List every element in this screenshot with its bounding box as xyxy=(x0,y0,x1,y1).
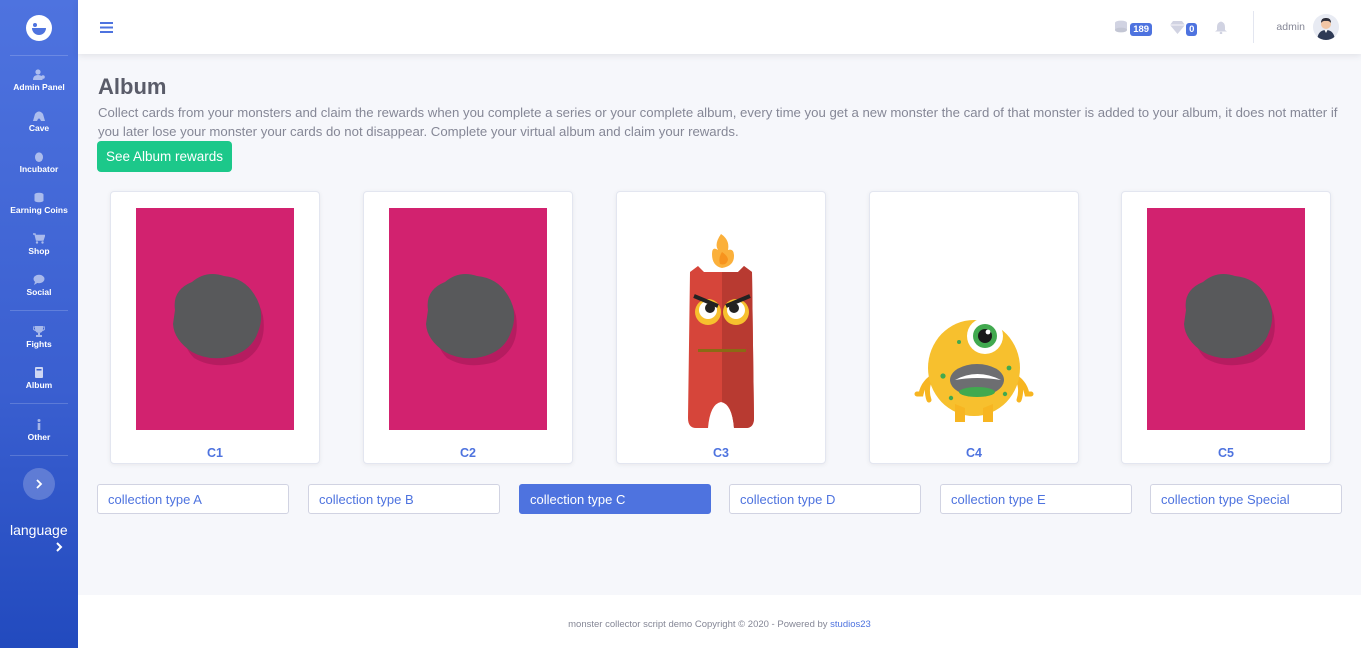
album-cards: C1 C2 C3 C4 C5 xyxy=(78,191,1361,465)
gems-badge: 0 xyxy=(1186,22,1198,36)
username[interactable]: admin xyxy=(1276,21,1305,33)
users-cog-icon xyxy=(33,69,45,80)
avatar[interactable] xyxy=(1313,14,1339,40)
footer-copyright-text: monster collector script demo Copyright … xyxy=(568,619,828,630)
album-card-c5[interactable]: C5 xyxy=(1121,191,1331,464)
comment-icon xyxy=(33,274,45,285)
page-description: Collect cards from your monsters and cla… xyxy=(98,105,1338,139)
page-title: Album xyxy=(98,74,167,99)
collection-type-a-button[interactable]: collection type A xyxy=(97,484,289,514)
collection-type-e-button[interactable]: collection type E xyxy=(940,484,1132,514)
topbar: 189 0 admin xyxy=(78,0,1361,54)
locked-monster-silhouette xyxy=(136,208,294,430)
card-label: C5 xyxy=(1218,446,1234,460)
main-content: Album Collect cards from your monsters a… xyxy=(78,54,1361,595)
footer-copyright: monster collector script demo Copyright … xyxy=(568,619,871,630)
trophy-icon xyxy=(33,326,45,337)
collection-type-b-button[interactable]: collection type B xyxy=(308,484,500,514)
sidebar-item-social[interactable]: Social xyxy=(0,265,78,306)
sidebar-item-album[interactable]: Album xyxy=(0,358,78,399)
smiley-logo-icon[interactable] xyxy=(26,14,52,41)
book-icon xyxy=(35,367,43,378)
card-label: C4 xyxy=(966,446,982,460)
locked-monster-silhouette xyxy=(1147,208,1305,430)
sidebar-item-label: Admin Panel xyxy=(13,82,65,92)
coins-counter[interactable]: 189 xyxy=(1114,20,1153,36)
gem-icon xyxy=(1170,20,1186,34)
sidebar-item-label: Earning Coins xyxy=(10,205,68,215)
user-avatar-icon xyxy=(1313,14,1339,40)
sidebar-divider xyxy=(10,455,68,456)
sidebar-item-other[interactable]: Other xyxy=(0,410,78,451)
sidebar-item-label: Incubator xyxy=(19,164,59,174)
info-icon xyxy=(37,419,41,430)
sidebar-item-incubator[interactable]: Incubator xyxy=(0,142,78,183)
album-card-c1[interactable]: C1 xyxy=(110,191,320,464)
coins-badge: 189 xyxy=(1130,22,1153,36)
locked-monster-silhouette xyxy=(389,208,547,430)
sidebar: Admin Panel Cave Incubator Earning Coins… xyxy=(0,0,78,648)
topbar-divider xyxy=(1253,11,1255,43)
footer-studios-link[interactable]: studios23 xyxy=(830,619,871,630)
cart-icon xyxy=(33,233,45,244)
cave-icon xyxy=(33,111,45,121)
collection-type-d-button[interactable]: collection type D xyxy=(729,484,921,514)
chevron-right-icon[interactable] xyxy=(54,541,64,553)
album-card-c3[interactable]: C3 xyxy=(616,191,826,464)
topbar-right: 189 0 admin xyxy=(1114,0,1361,54)
sidebar-item-shop[interactable]: Shop xyxy=(0,224,78,265)
card-label: C1 xyxy=(207,446,223,460)
bell-icon[interactable] xyxy=(1215,21,1228,34)
sidebar-divider xyxy=(10,310,68,311)
card-label: C2 xyxy=(460,446,476,460)
see-album-rewards-button[interactable]: See Album rewards xyxy=(97,141,232,172)
album-card-c2[interactable]: C2 xyxy=(363,191,573,464)
footer: monster collector script demo Copyright … xyxy=(78,595,1361,648)
yellow-one-eyed-monster xyxy=(914,318,1034,422)
sidebar-item-earning-coins[interactable]: Earning Coins xyxy=(0,183,78,224)
sidebar-item-cave[interactable]: Cave xyxy=(0,101,78,142)
sidebar-item-label: Album xyxy=(25,380,53,390)
hamburger-menu-icon[interactable] xyxy=(100,21,113,33)
language-menu[interactable]: language xyxy=(10,522,78,538)
sidebar-item-label: Cave xyxy=(28,123,50,133)
coins-icon xyxy=(34,192,44,203)
sidebar-item-label: Shop xyxy=(28,246,50,256)
collection-type-special-button[interactable]: collection type Special xyxy=(1150,484,1342,514)
card-label: C3 xyxy=(713,446,729,460)
chevron-right-icon xyxy=(36,479,43,489)
album-card-c4[interactable]: C4 xyxy=(869,191,1079,464)
sidebar-item-label: Other xyxy=(27,432,51,442)
sidebar-toggle-button[interactable] xyxy=(23,468,55,500)
egg-icon xyxy=(35,152,43,162)
sidebar-item-label: Social xyxy=(26,287,52,297)
coins-icon xyxy=(1115,20,1128,33)
sidebar-item-label: Fights xyxy=(26,339,52,349)
red-fire-monster xyxy=(688,234,754,428)
gems-counter[interactable]: 0 xyxy=(1170,20,1198,36)
sidebar-item-admin-panel[interactable]: Admin Panel xyxy=(0,60,78,101)
collection-type-tabs: collection type A collection type B coll… xyxy=(97,484,1342,514)
sidebar-divider xyxy=(10,403,68,404)
collection-type-c-button[interactable]: collection type C xyxy=(519,484,711,514)
sidebar-item-fights[interactable]: Fights xyxy=(0,317,78,358)
brand[interactable] xyxy=(10,0,68,56)
